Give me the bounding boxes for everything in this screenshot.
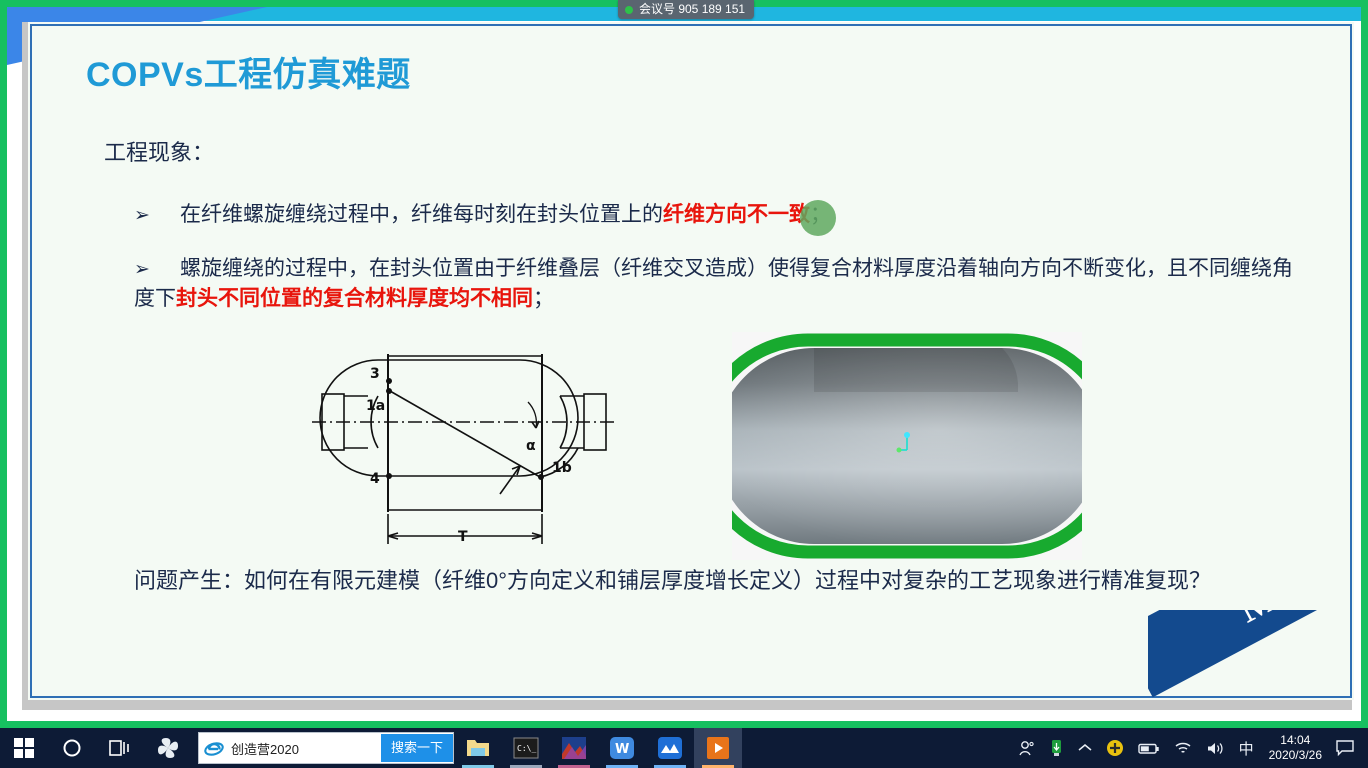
battery-icon[interactable] xyxy=(1131,728,1167,768)
svg-text:W: W xyxy=(615,742,629,757)
volume-icon[interactable] xyxy=(1199,728,1232,768)
figure-label-1a: 1a xyxy=(366,398,385,414)
taskbar-pinned-app-fan[interactable] xyxy=(144,728,192,768)
meeting-id-badge[interactable]: 会议号 905 189 151 xyxy=(618,0,755,19)
mountain-app-icon xyxy=(658,737,683,759)
screen-root: 会议号 905 189 151 COPVs工程仿真难题 工程现象： ➢ 在纤维螺旋… xyxy=(0,0,1368,768)
bullet-marker-icon: ➢ xyxy=(134,205,150,226)
taskbar-app-command-prompt[interactable]: C:\_ xyxy=(502,728,550,768)
presentation-slide: COPVs工程仿真难题 工程现象： ➢ 在纤维螺旋缠绕过程中，纤维每时刻在封头位置… xyxy=(28,22,1354,700)
clock-time: 14:04 xyxy=(1280,733,1311,747)
cad-vessel-render xyxy=(695,332,1121,560)
windows-logo-icon xyxy=(13,737,35,759)
ie-search-box[interactable]: 创造营2020 搜索一下 xyxy=(198,732,455,764)
taskbar-clock[interactable]: 14:04 2020/3/26 xyxy=(1261,733,1330,763)
security-shield-icon[interactable] xyxy=(1099,728,1131,768)
winding-schematic-figure: 3 1a 4 α 1b T xyxy=(310,344,620,559)
photo-app-icon xyxy=(562,737,587,759)
system-tray: 中 14:04 2020/3/26 xyxy=(1011,728,1368,768)
bullet-item-2: ➢ 螺旋缠绕的过程中，在封头位置由于纤维叠层（纤维交叉造成）使得复合材料厚度沿着轴… xyxy=(134,254,1304,314)
bullet-2-suffix: ； xyxy=(533,286,554,310)
folder-icon xyxy=(467,740,490,756)
bullet-1-text: 在纤维螺旋缠绕过程中，纤维每时刻在封头位置上的 xyxy=(180,203,663,226)
bullet-item-1: ➢在纤维螺旋缠绕过程中，纤维每时刻在封头位置上的纤维方向不一致； xyxy=(134,200,1294,230)
bullet-1-highlight: 纤维方向不一致 xyxy=(663,203,810,226)
taskbar-app-wps[interactable]: W xyxy=(598,728,646,768)
figure-label-T: T xyxy=(458,529,468,545)
show-hidden-icons-chevron-icon[interactable] xyxy=(1071,728,1099,768)
presentation-app-icon xyxy=(707,737,730,759)
taskbar-app-file-explorer[interactable] xyxy=(454,728,502,768)
cortana-button[interactable] xyxy=(48,728,96,768)
presenter-cursor-highlight xyxy=(800,200,836,236)
task-view-button[interactable] xyxy=(96,728,144,768)
people-icon[interactable] xyxy=(1011,728,1042,768)
wifi-icon[interactable] xyxy=(1167,728,1199,768)
windows-taskbar: 创造营2020 搜索一下 C:\_ W 中 14:04 2020/3/26 xyxy=(0,728,1368,768)
ie-search-go-button[interactable]: 搜索一下 xyxy=(381,734,454,762)
internet-explorer-icon xyxy=(199,738,229,758)
ime-indicator[interactable]: 中 xyxy=(1232,728,1261,768)
page-title: COPVs工程仿真难题 xyxy=(86,56,411,94)
figure-label-3: 3 xyxy=(370,366,380,382)
start-button[interactable] xyxy=(0,728,48,768)
mvt-corner-banner: MVT xyxy=(1148,610,1354,700)
bullet-2-highlight: 封头不同位置的复合材料厚度均不相同 xyxy=(176,286,533,310)
task-view-icon xyxy=(109,740,129,756)
figure-label-1b: 1b xyxy=(552,460,572,476)
notification-icon xyxy=(1336,740,1354,756)
bullet-marker-icon: ➢ xyxy=(134,259,150,280)
meeting-status-dot xyxy=(625,5,633,14)
winding-schematic-svg: 3 1a 4 α 1b T xyxy=(312,354,618,545)
figure-label-alpha: α xyxy=(526,438,536,454)
question-paragraph: 问题产生：如何在有限元建模（纤维0°方向定义和铺层厚度增长定义）过程中对复杂的工… xyxy=(134,568,1212,593)
cad-vessel-svg xyxy=(695,333,1121,559)
figure-label-4: 4 xyxy=(370,471,380,487)
clock-date: 2020/3/26 xyxy=(1268,748,1322,762)
taskbar-app-mountain[interactable] xyxy=(646,728,694,768)
section-lead-label: 工程现象： xyxy=(104,140,215,165)
taskbar-app-photo[interactable] xyxy=(550,728,598,768)
taskbar-app-presentation[interactable] xyxy=(694,728,743,768)
usb-eject-icon[interactable] xyxy=(1042,728,1071,768)
svg-text:C:\_: C:\_ xyxy=(517,744,536,753)
mvt-watermark-text: MVT xyxy=(1230,610,1340,632)
fan-app-icon xyxy=(158,738,178,758)
wps-office-icon: W xyxy=(610,737,635,759)
meeting-id-label: 会议号 905 189 151 xyxy=(639,2,746,16)
command-prompt-icon: C:\_ xyxy=(513,737,539,759)
action-center-button[interactable] xyxy=(1330,740,1364,756)
ie-search-input[interactable]: 创造营2020 xyxy=(229,739,381,758)
cortana-circle-icon xyxy=(63,739,81,757)
